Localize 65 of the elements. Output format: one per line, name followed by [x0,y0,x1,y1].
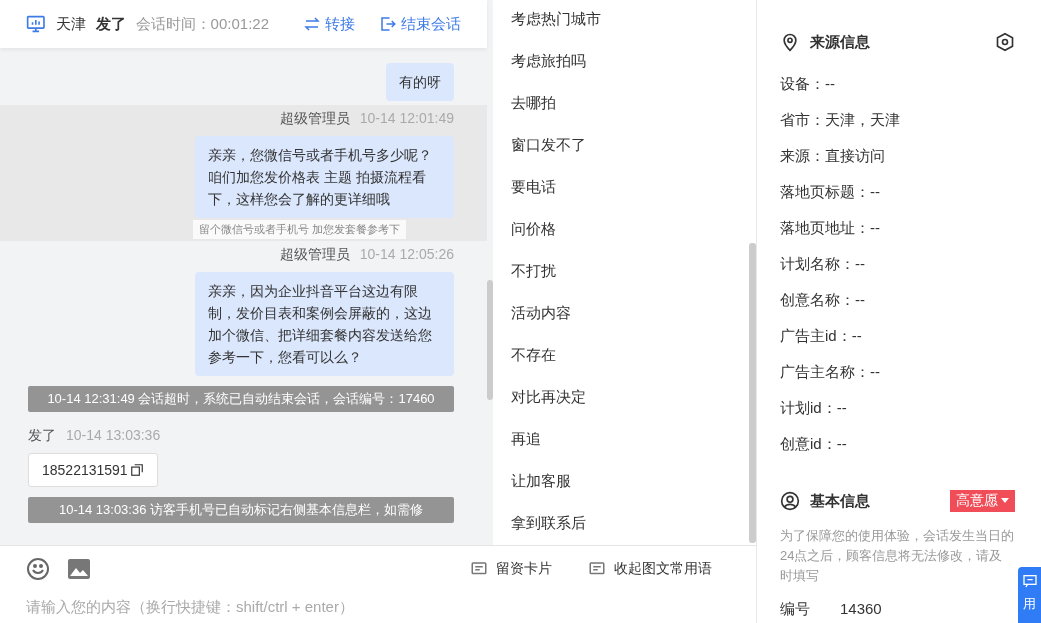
swap-icon [303,15,321,33]
system-notice: 10-14 12:31:49 会话超时，系统已自动结束会话，会话编号：17460 [28,386,454,412]
copy-icon [129,463,144,477]
caret-icon [1001,498,1009,504]
info-row-text: 落地页地址：-- [780,217,881,238]
phrase-item[interactable]: 不存在 [511,334,738,376]
section-title: 基本信息 [810,491,871,511]
toolbar-button[interactable]: 收起图文常用语 [588,560,712,578]
info-row-text: 计划id：-- [780,397,848,418]
phrase-item[interactable]: 问价格 [511,208,738,250]
info-row-text: 计划名称：-- [780,253,866,274]
message-bubble: 亲亲，因为企业抖音平台这边有限制，发价目表和案例会屏蔽的，这边加个微信、把详细套餐内容发送给您参考一下，您看可以么？ [195,272,454,376]
phrase-item[interactable]: 让加客服 [511,460,738,502]
visitor-name: 发了 [95,14,126,34]
info-row-text: 设备：-- [780,73,836,94]
emoji-icon[interactable] [26,557,50,581]
phrase-item[interactable]: 再追 [511,418,738,460]
section-title: 来源信息 [810,32,871,52]
phrase-item[interactable]: 要电话 [511,166,738,208]
field-value: 14360 [840,600,882,619]
phone-message: 18522131591 [28,453,158,487]
settings-icon[interactable] [995,32,1015,52]
phrase-item[interactable]: 活动内容 [511,292,738,334]
phrase-item[interactable]: 考虑热门城市 [511,0,738,40]
message-time: 10-14 12:05:26 [359,246,454,264]
scrollbar[interactable] [749,243,756,543]
message-bubble: 亲亲，您微信号或者手机号多少呢？咱们加您发价格表 主题 拍摄流程看下，这样您会了解的更详细哦 [195,136,454,218]
phrase-item[interactable]: 不打扰 [511,250,738,292]
info-row-text: 省市：天津，天津 [780,109,901,130]
exit-icon [379,15,397,33]
intent-dropdown[interactable]: 高意愿 [950,490,1015,512]
phrase-item[interactable]: 窗口发不了 [511,124,738,166]
sender-name: 发了 [28,427,56,445]
tooltip: 留个微信号或者手机号 加您发套餐参考下 [193,220,407,239]
transfer-link[interactable]: 转接 [303,14,355,34]
info-row-text: 创意名称：-- [780,289,866,310]
field-label: 编号 [780,600,810,619]
user-icon [780,491,800,511]
sender-name: 超级管理员 [279,110,350,128]
notice-text: 为了保障您的使用体验，会话发生当日的24点之后，顾客信息将无法修改，请及时填写 [780,527,1015,585]
end-session-link[interactable]: 结束会话 [379,14,461,34]
city-label: 天津 [55,14,86,34]
chat-icon [1021,573,1038,589]
message-bubble: 有的呀 [386,63,454,101]
info-row-text: 落地页标题：-- [780,181,881,202]
phrase-item[interactable]: 去哪拍 [511,82,738,124]
sender-name: 超级管理员 [279,246,350,264]
info-row-text: 广告主id：-- [780,325,863,346]
system-notice: 10-14 13:03:36 访客手机号已自动标记右侧基本信息栏，如需修 [28,497,454,523]
message-time: 10-14 12:01:49 [359,110,454,128]
message-time: 10-14 13:03:36 [66,427,161,445]
monitor-icon [26,14,46,34]
session-time: 会话时间：00:01:22 [135,14,269,34]
toolbar-button[interactable]: 留资卡片 [470,560,552,578]
floating-tab-label: 用 [1023,595,1036,613]
location-pin-icon [780,32,800,52]
floating-tab[interactable]: 用 [1018,567,1041,623]
phrase-item[interactable]: 考虑旅拍吗 [511,40,738,82]
image-icon[interactable] [68,559,90,579]
info-row-text: 来源：直接访问 [780,145,886,166]
info-row-text: 广告主名称：-- [780,361,881,382]
scrollbar[interactable] [487,280,493,400]
info-row-text: 创意id：-- [780,433,848,454]
phrase-item[interactable]: 对比再决定 [511,376,738,418]
phrase-item[interactable]: 拿到联系后 [511,502,738,544]
